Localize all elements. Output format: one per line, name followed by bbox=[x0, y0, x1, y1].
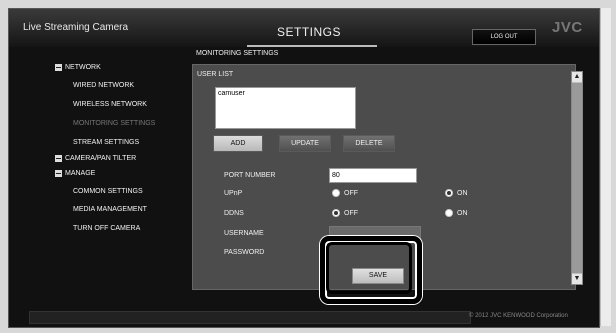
upnp-label: UPnP bbox=[224, 190, 243, 197]
menu-item-turn-off-camera[interactable]: TURN OFF CAMERA bbox=[73, 225, 140, 232]
jvc-logo: JVC bbox=[552, 19, 583, 36]
user-list-label: USER LIST bbox=[197, 71, 234, 78]
settings-page: Live Streaming Camera SETTINGS LOG OUT J… bbox=[8, 8, 600, 328]
radio-label: ON bbox=[457, 189, 468, 197]
menu-item-wired-network[interactable]: WIRED NETWORK bbox=[73, 82, 134, 89]
menu-group-label: MANAGE bbox=[65, 170, 96, 177]
menu-item-wireless-network[interactable]: WIRELESS NETWORK bbox=[73, 101, 147, 108]
menu-group-manage[interactable]: MANAGE bbox=[55, 170, 95, 177]
scroll-thumb[interactable] bbox=[572, 83, 582, 273]
password-label: PASSWORD bbox=[224, 249, 265, 256]
top-bar: Live Streaming Camera SETTINGS LOG OUT J… bbox=[9, 9, 599, 47]
collapse-icon bbox=[55, 155, 62, 162]
upnp-off-option[interactable]: OFF bbox=[332, 189, 358, 197]
radio-label: OFF bbox=[344, 209, 358, 217]
delete-button[interactable]: DELETE bbox=[343, 135, 395, 152]
update-button[interactable]: UPDATE bbox=[279, 135, 331, 152]
menu-item-stream-settings[interactable]: STREAM SETTINGS bbox=[73, 139, 139, 146]
ddns-off-option[interactable]: OFF bbox=[332, 209, 358, 217]
section-title: MONITORING SETTINGS bbox=[196, 50, 279, 57]
radio-button[interactable] bbox=[445, 189, 453, 197]
save-highlight-inner bbox=[326, 242, 412, 294]
menu-group-network[interactable]: NETWORK bbox=[55, 64, 101, 71]
port-number-label: PORT NUMBER bbox=[224, 172, 276, 179]
radio-label: OFF bbox=[344, 189, 358, 197]
menu-group-label: CAMERA/PAN TILTER bbox=[65, 155, 137, 162]
page-title: SETTINGS bbox=[277, 25, 342, 39]
menu-group-camera-pan-tilter[interactable]: CAMERA/PAN TILTER bbox=[55, 155, 136, 162]
user-list-box[interactable]: camuser bbox=[215, 87, 356, 129]
copyright-text: © 2012 JVC KENWOOD Corporation bbox=[469, 313, 568, 319]
radio-button[interactable] bbox=[332, 189, 340, 197]
menu-item-media-management[interactable]: MEDIA MANAGEMENT bbox=[73, 206, 147, 213]
add-button[interactable]: ADD bbox=[213, 135, 263, 152]
status-bar bbox=[29, 311, 471, 324]
panel-scrollbar[interactable]: ▲ ▼ bbox=[571, 71, 583, 285]
collapse-icon bbox=[55, 170, 62, 177]
list-item[interactable]: camuser bbox=[218, 90, 245, 97]
username-label: USERNAME bbox=[224, 230, 264, 237]
app-title: Live Streaming Camera bbox=[23, 22, 129, 33]
port-number-input[interactable]: 80 bbox=[329, 168, 417, 183]
collapse-icon bbox=[55, 64, 62, 71]
scroll-up-icon[interactable]: ▲ bbox=[572, 72, 582, 82]
title-underline bbox=[247, 45, 377, 47]
menu-item-monitoring-settings[interactable]: MONITORING SETTINGS bbox=[73, 120, 155, 127]
radio-label: ON bbox=[457, 209, 468, 217]
menu-item-common-settings[interactable]: COMMON SETTINGS bbox=[73, 188, 143, 195]
browser-scrollbar[interactable] bbox=[600, 8, 611, 326]
upnp-on-option[interactable]: ON bbox=[445, 189, 468, 197]
logout-button[interactable]: LOG OUT bbox=[472, 29, 536, 45]
menu-group-label: NETWORK bbox=[65, 64, 101, 71]
ddns-on-option[interactable]: ON bbox=[445, 209, 468, 217]
scroll-down-icon[interactable]: ▼ bbox=[572, 274, 582, 284]
radio-button[interactable] bbox=[445, 209, 453, 217]
ddns-label: DDNS bbox=[224, 210, 244, 217]
radio-button[interactable] bbox=[332, 209, 340, 217]
